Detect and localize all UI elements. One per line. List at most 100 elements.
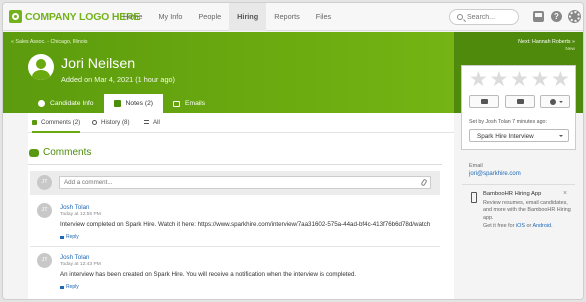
comment-composer: JT [30, 171, 440, 195]
nav-my-info[interactable]: My Info [150, 3, 190, 31]
reply-label: Reply [66, 234, 79, 240]
tab-label: Notes (2) [125, 100, 154, 107]
rating-card: ★ ★ ★ ★ ★ Set by Josh Tolan 7 minutes ag… [461, 65, 576, 150]
list-icon [144, 120, 149, 125]
next-candidate-link[interactable]: Next: Hannah Roberts » [518, 39, 575, 45]
app-window: COMPANY LOGO HERE Home My Info People Hi… [2, 2, 584, 300]
settings-gear-icon[interactable] [569, 11, 580, 22]
comment-author[interactable]: Josh Tolan [60, 254, 89, 261]
avatar: JT [37, 253, 52, 268]
comment-time: Today at 12:55 PM [60, 212, 101, 217]
comment-button[interactable] [469, 95, 499, 108]
candidate-tabs: Candidate Info Notes (2) Emails [28, 94, 215, 113]
subtab-label: Comments (2) [41, 119, 81, 126]
comments-heading: Comments [29, 147, 91, 158]
ios-link[interactable]: iOS [516, 223, 525, 229]
search-input[interactable] [467, 12, 515, 22]
divider [28, 164, 442, 165]
subtab-label: History (8) [101, 119, 130, 126]
subtab-all[interactable]: All [144, 113, 160, 133]
nav-home[interactable]: Home [115, 3, 150, 31]
notes-panel: Comments (2) History (8) All Comments JT… [28, 113, 454, 299]
comments-title-text: Comments [43, 147, 92, 158]
comments-icon [29, 148, 39, 157]
app-link-period: . [551, 223, 553, 229]
email-button[interactable] [504, 95, 535, 108]
history-icon [92, 119, 97, 125]
divider [462, 184, 575, 185]
caret-down-icon [559, 101, 563, 105]
chat-bubble-icon [113, 100, 121, 107]
email-link[interactable]: jori@sparkhire.com [469, 171, 521, 177]
comment-input-box[interactable] [59, 176, 431, 189]
added-date: Added on Mar 4, 2021 (1 hour ago) [61, 75, 175, 84]
subtab-label: All [153, 119, 160, 126]
comment-icon [481, 99, 488, 104]
status-select[interactable]: Spark Hire Interview [469, 129, 569, 142]
android-link[interactable]: Android [532, 223, 551, 229]
star-icon[interactable]: ★ [551, 69, 570, 90]
tab-candidate-info[interactable]: Candidate Info [28, 94, 104, 113]
candidate-name: Jori Neilsen [61, 56, 136, 72]
nav-reports[interactable]: Reports [266, 3, 308, 31]
app-promo-links: Get it free for iOS or Android. [483, 223, 553, 229]
phone-icon [471, 192, 477, 203]
app-promo-title: BambooHR Hiring App [483, 191, 542, 197]
comment-icon [32, 119, 37, 125]
comment-text: Interview completed on Spark Hire. Watch… [60, 221, 431, 228]
comment-input[interactable] [64, 178, 414, 187]
reply-link[interactable]: Reply [60, 234, 79, 240]
tab-label: Candidate Info [50, 100, 94, 107]
settings-dropdown-button[interactable] [540, 95, 570, 108]
star-rating[interactable]: ★ ★ ★ ★ ★ [469, 69, 572, 90]
help-icon[interactable]: ? [551, 11, 562, 22]
main-nav: Home My Info People Hiring Reports Files [115, 3, 339, 31]
envelope-icon [173, 100, 181, 107]
candidate-avatar [28, 54, 54, 80]
info-icon [38, 100, 45, 107]
star-icon[interactable]: ★ [469, 69, 488, 90]
nav-files[interactable]: Files [308, 3, 339, 31]
tab-label: Emails [185, 100, 206, 107]
notes-subtabs: Comments (2) History (8) All [28, 113, 454, 133]
comment-text: An interview has been created on Spark H… [60, 271, 357, 278]
envelope-icon [516, 99, 524, 104]
avatar: JT [37, 175, 52, 190]
nav-people[interactable]: People [190, 3, 229, 31]
logo-icon [9, 10, 22, 23]
inbox-icon[interactable] [533, 11, 544, 22]
subtab-history[interactable]: History (8) [92, 113, 130, 133]
reply-link[interactable]: Reply [60, 284, 79, 290]
rating-actions [469, 95, 576, 108]
avatar: JT [37, 203, 52, 218]
star-icon[interactable]: ★ [490, 69, 509, 90]
job-breadcrumb[interactable]: « Sales Assoc. - Chicago, Illinois [11, 39, 88, 45]
app-link-prefix: Get it free for [483, 223, 516, 229]
gear-icon [550, 98, 556, 105]
top-navigation: COMPANY LOGO HERE Home My Info People Hi… [3, 3, 583, 31]
new-badge: New [565, 47, 575, 52]
status-set-by: Set by Josh Tolan 7 minutes ago: [469, 119, 547, 125]
candidate-header: « Sales Assoc. - Chicago, Illinois Jori … [3, 32, 454, 113]
star-icon[interactable]: ★ [531, 69, 550, 90]
paperclip-icon[interactable] [420, 178, 428, 187]
next-candidate[interactable]: Next: Hannah Roberts » New [518, 39, 575, 52]
status-select-value: Spark Hire Interview [477, 132, 534, 140]
chevron-down-icon [559, 135, 563, 139]
tab-notes[interactable]: Notes (2) [103, 94, 164, 113]
reply-icon [60, 235, 64, 239]
reply-label: Reply [66, 284, 79, 290]
subtab-comments[interactable]: Comments (2) [32, 113, 81, 133]
app-promo-description: Review resumes, email candidates, and mo… [483, 200, 571, 221]
close-icon[interactable]: × [563, 190, 567, 197]
star-icon[interactable]: ★ [510, 69, 529, 90]
comment-time: Today at 12:43 PM [60, 262, 101, 267]
comment-author[interactable]: Josh Tolan [60, 204, 89, 211]
email-label: Email [469, 163, 483, 169]
search-icon [457, 14, 463, 20]
reply-icon [60, 285, 64, 289]
search-box[interactable] [449, 9, 519, 25]
divider [30, 246, 440, 247]
nav-hiring[interactable]: Hiring [229, 3, 267, 31]
tab-emails[interactable]: Emails [163, 94, 215, 113]
